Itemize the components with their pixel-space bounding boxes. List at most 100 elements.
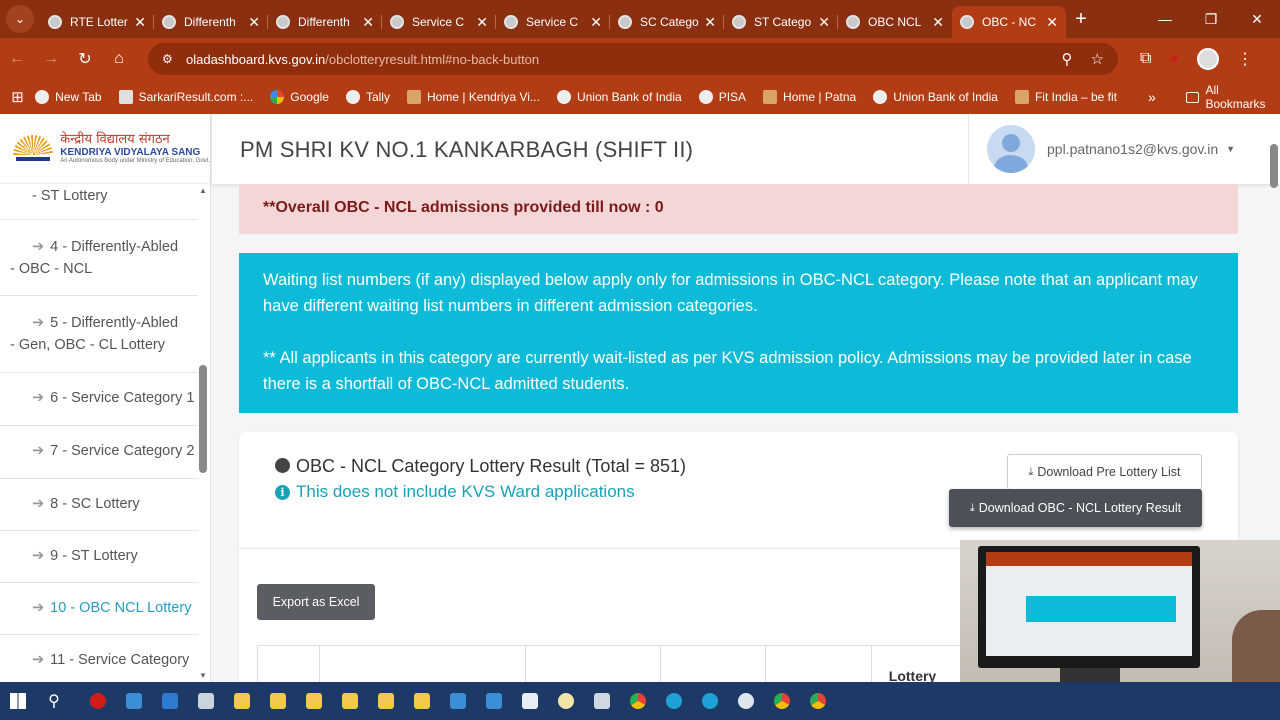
card-title-text: OBC - NCL Category Lottery Result (Total… — [296, 456, 686, 476]
caret-down-icon: ▼ — [1226, 144, 1236, 154]
browser-tab[interactable]: Service C ✕ — [496, 7, 610, 37]
bookmark-item[interactable]: Google — [270, 90, 329, 104]
taskbar-app[interactable] — [728, 682, 764, 720]
sidebar-scrollbar[interactable]: ▲ ▼ — [198, 184, 208, 682]
close-icon[interactable]: ✕ — [932, 14, 944, 31]
bookmark-item[interactable]: Fit India – be fit — [1014, 90, 1117, 104]
table-header-cell[interactable] — [765, 646, 871, 682]
close-window-icon[interactable]: ✕ — [1234, 11, 1280, 28]
sidebar-item-st-lottery-9[interactable]: ➔ 9 - ST Lottery — [0, 531, 198, 583]
reload-icon[interactable]: ↻ — [68, 49, 102, 69]
sidebar-item-sc-lottery[interactable]: ➔ 8 - SC Lottery — [0, 479, 198, 531]
taskbar-app[interactable] — [764, 682, 800, 720]
minimize-icon[interactable]: — — [1142, 11, 1188, 28]
browser-tab[interactable]: Service C ✕ — [382, 7, 496, 37]
taskbar-app[interactable] — [188, 682, 224, 720]
table-header-cell[interactable] — [660, 646, 765, 682]
browser-tab[interactable]: ST Catego ✕ — [724, 7, 838, 37]
close-icon[interactable]: ✕ — [590, 14, 602, 31]
sidebar-item-differently-abled-obc[interactable]: ➔ 4 - Differently-Abled - OBC - NCL — [0, 220, 198, 296]
taskbar-app[interactable] — [512, 682, 548, 720]
all-bookmarks-button[interactable]: All Bookmarks — [1185, 83, 1280, 111]
bookmark-item[interactable]: New Tab — [35, 90, 102, 104]
taskbar-app[interactable] — [332, 682, 368, 720]
new-tab-button[interactable]: + — [1066, 8, 1096, 31]
taskbar-app[interactable] — [224, 682, 260, 720]
taskbar-app[interactable] — [440, 682, 476, 720]
taskbar-app[interactable] — [152, 682, 188, 720]
download-result-button[interactable]: ⤓ Download OBC - NCL Lottery Result — [949, 489, 1202, 527]
bookmark-star-icon[interactable]: ☆ — [1091, 50, 1104, 68]
sidebar-item-st-lottery[interactable]: - ST Lottery — [0, 184, 198, 220]
close-icon[interactable]: ✕ — [818, 14, 830, 31]
start-button[interactable] — [0, 682, 36, 720]
taskbar-app[interactable] — [548, 682, 584, 720]
bookmark-item[interactable]: Union Bank of India — [556, 90, 682, 104]
restore-icon[interactable]: ❐ — [1188, 11, 1234, 28]
tab-search-button[interactable]: ⌄ — [6, 5, 34, 33]
sidebar-item-obc-ncl-lottery[interactable]: ➔ 10 - OBC NCL Lottery — [0, 583, 198, 635]
taskbar-app[interactable] — [800, 682, 836, 720]
close-icon[interactable]: ✕ — [248, 14, 260, 31]
browser-tab-active[interactable]: OBC - NC ✕ — [952, 6, 1066, 38]
zoom-icon[interactable]: ⚲ — [1062, 50, 1073, 68]
taskbar-app[interactable] — [620, 682, 656, 720]
bookmark-item[interactable]: Home | Patna — [763, 90, 856, 104]
browser-tab[interactable]: Differenth ✕ — [154, 7, 268, 37]
scrollbar-thumb[interactable] — [199, 365, 207, 473]
close-icon[interactable]: ✕ — [476, 14, 488, 31]
bookmark-item[interactable]: Home | Kendriya Vi... — [406, 90, 540, 104]
bookmark-item[interactable]: Tally — [345, 90, 390, 104]
forward-icon[interactable]: → — [34, 50, 68, 68]
profile-avatar[interactable] — [1197, 48, 1220, 70]
record-icon[interactable]: ● — [1169, 50, 1179, 68]
bookmark-item[interactable]: SarkariResult.com :... — [118, 90, 253, 104]
url-field[interactable]: ⚙ oladashboard.kvs.gov.in/obclotteryresu… — [148, 43, 1118, 75]
browser-tab[interactable]: RTE Lotter ✕ — [40, 7, 154, 37]
bookmark-item[interactable]: PISA — [698, 90, 746, 104]
menu-icon[interactable]: ⋮ — [1237, 49, 1253, 69]
home-icon[interactable]: ⌂ — [102, 50, 136, 68]
back-icon[interactable]: ← — [0, 50, 34, 68]
download-pre-lottery-button[interactable]: ⤓ Download Pre Lottery List — [1007, 454, 1202, 490]
close-icon[interactable]: ✕ — [1046, 14, 1058, 31]
close-icon[interactable]: ✕ — [362, 14, 374, 31]
site-info-icon[interactable]: ⚙ — [162, 52, 176, 66]
table-header-cell[interactable] — [257, 646, 319, 682]
taskbar-app[interactable] — [692, 682, 728, 720]
scroll-down-icon[interactable]: ▼ — [199, 671, 207, 680]
sidebar-item-service-category-1[interactable]: ➔ 6 - Service Category 1 — [0, 373, 198, 426]
extensions-icon[interactable]: ⧉ — [1140, 50, 1151, 68]
taskbar-app[interactable] — [368, 682, 404, 720]
browser-tab[interactable]: OBC NCL ✕ — [838, 7, 952, 37]
taskbar-app[interactable] — [296, 682, 332, 720]
taskbar-app[interactable] — [116, 682, 152, 720]
bookmark-item[interactable]: Union Bank of India — [873, 90, 998, 104]
close-icon[interactable]: ✕ — [704, 14, 716, 31]
taskbar-app[interactable] — [260, 682, 296, 720]
close-icon[interactable]: ✕ — [134, 14, 146, 31]
table-header-cell[interactable] — [525, 646, 660, 682]
table-header-cell[interactable] — [319, 646, 525, 682]
page-scrollbar-thumb[interactable] — [1270, 144, 1278, 188]
browser-tab[interactable]: Differenth ✕ — [268, 7, 382, 37]
more-bookmarks-icon[interactable]: » — [1148, 89, 1156, 105]
export-excel-button[interactable]: Export as Excel — [257, 584, 375, 620]
taskbar-app[interactable] — [656, 682, 692, 720]
scroll-up-icon[interactable]: ▲ — [199, 186, 207, 195]
table-header-cell[interactable]: Lottery — [871, 646, 953, 682]
tab-favicon-icon — [618, 15, 632, 29]
user-avatar-icon — [987, 125, 1035, 173]
sidebar-item-service-category-2[interactable]: ➔ 7 - Service Category 2 — [0, 426, 198, 479]
taskbar-app[interactable] — [584, 682, 620, 720]
browser-tab[interactable]: SC Catego ✕ — [610, 7, 724, 37]
sidebar-item-differently-abled-gen[interactable]: ➔ 5 - Differently-Abled - Gen, OBC - CL L… — [0, 296, 198, 373]
taskbar-app[interactable] — [476, 682, 512, 720]
taskbar-app[interactable] — [80, 682, 116, 720]
sidebar-item-service-category-11[interactable]: ➔ 11 - Service Category — [0, 635, 198, 682]
user-menu[interactable]: ppl.patnano1s2@kvs.gov.in ▼ — [968, 114, 1280, 184]
search-icon[interactable]: ⚲ — [36, 682, 72, 720]
taskbar-app[interactable] — [404, 682, 440, 720]
apps-icon[interactable]: ⊞ — [0, 88, 35, 106]
kvs-logo[interactable]: केन्द्रीय विद्यालय संगठन KENDRIYA VIDYAL… — [0, 114, 210, 184]
